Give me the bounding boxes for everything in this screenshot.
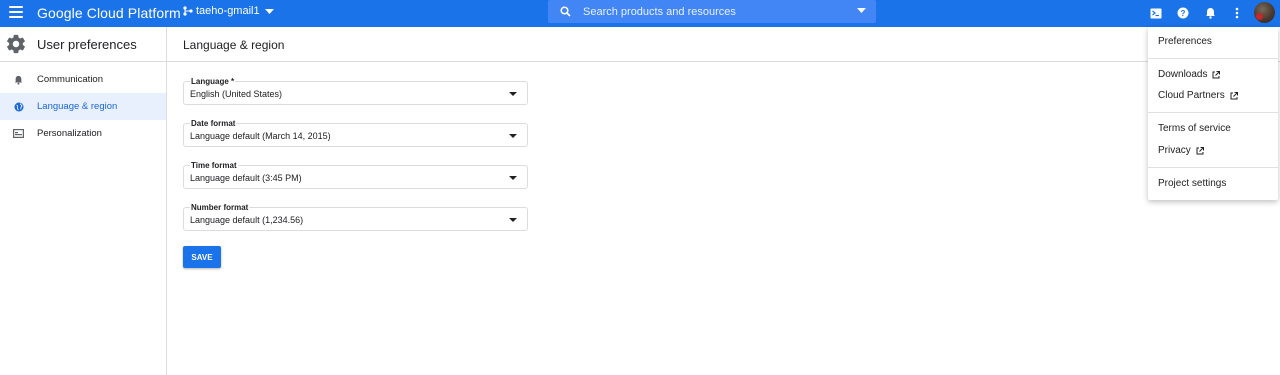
field-label: Number format: [190, 203, 250, 212]
top-bar: Google Cloud Platform taeho-gmail1 Searc…: [0, 0, 1280, 27]
main-header: Language & region: [167, 27, 1280, 62]
help-icon[interactable]: ?: [1175, 5, 1191, 21]
overflow-menu: Preferences Downloads Cloud Partners Ter…: [1148, 27, 1278, 200]
menu-item-preferences[interactable]: Preferences: [1158, 36, 1212, 47]
external-link-icon: [1230, 91, 1238, 99]
sidebar-item-label: Language & region: [37, 101, 118, 112]
sidebar-item-personalization[interactable]: Personalization: [0, 120, 166, 147]
field-value: Language default (1,234.56): [190, 215, 304, 225]
more-vert-icon[interactable]: [1229, 5, 1245, 21]
field-label: Time format: [190, 161, 238, 170]
menu-item-label: Downloads: [1158, 69, 1208, 80]
language-select[interactable]: Language * English (United States): [183, 77, 528, 105]
page-title: Language & region: [183, 38, 285, 52]
menu-divider: [1148, 112, 1278, 113]
save-button[interactable]: SAVE: [183, 246, 221, 268]
chevron-down-icon: [264, 8, 274, 14]
cloud-shell-icon[interactable]: [1148, 5, 1164, 21]
chevron-down-icon: [509, 176, 517, 180]
chevron-down-icon: [509, 92, 517, 96]
external-link-icon: [1212, 70, 1221, 78]
sidebar-item-label: Personalization: [37, 128, 102, 139]
field-value: English (United States): [190, 89, 283, 99]
project-selector[interactable]: taeho-gmail1: [183, 5, 277, 17]
card-icon: [0, 129, 37, 138]
sidebar-item-language-region[interactable]: Language & region: [0, 93, 166, 120]
field-value: Language default (3:45 PM): [190, 173, 302, 183]
gear-icon: [7, 34, 25, 54]
sidebar: User preferences Communication Language …: [0, 27, 167, 375]
menu-item-label: Privacy: [1158, 145, 1191, 156]
menu-item-downloads[interactable]: Downloads: [1158, 69, 1221, 80]
field-label: Language *: [190, 77, 236, 86]
search-input[interactable]: Search products and resources: [583, 6, 736, 18]
menu-item-label: Preferences: [1158, 36, 1212, 47]
menu-divider: [1148, 58, 1278, 59]
chevron-down-icon: [509, 134, 517, 138]
sidebar-header: User preferences: [0, 27, 166, 62]
menu-item-label: Project settings: [1158, 178, 1227, 189]
sidebar-title: User preferences: [37, 36, 137, 52]
avatar[interactable]: [1254, 2, 1275, 23]
menu-item-privacy[interactable]: Privacy: [1158, 145, 1204, 156]
menu-icon[interactable]: [9, 6, 23, 18]
date-format-select[interactable]: Date format Language default (March 14, …: [183, 119, 528, 147]
chevron-down-icon: [509, 218, 517, 222]
menu-item-cloud-partners[interactable]: Cloud Partners: [1158, 90, 1238, 101]
project-name: taeho-gmail1: [196, 5, 260, 17]
project-hierarchy-icon: [183, 6, 193, 16]
app-title[interactable]: Google Cloud Platform: [37, 5, 181, 21]
field-value: Language default (March 14, 2015): [190, 131, 331, 141]
search-icon: [560, 6, 571, 17]
bell-icon: [0, 75, 37, 85]
globe-icon: [0, 102, 37, 112]
menu-item-label: Cloud Partners: [1158, 90, 1225, 101]
svg-text:?: ?: [1181, 9, 1186, 18]
sidebar-item-label: Communication: [37, 74, 103, 85]
menu-item-terms-of-service[interactable]: Terms of service: [1158, 123, 1231, 134]
time-format-select[interactable]: Time format Language default (3:45 PM): [183, 161, 528, 189]
number-format-select[interactable]: Number format Language default (1,234.56…: [183, 203, 528, 231]
chevron-down-icon[interactable]: [857, 8, 866, 13]
external-link-icon: [1196, 146, 1204, 154]
menu-item-label: Terms of service: [1158, 123, 1231, 134]
menu-item-project-settings[interactable]: Project settings: [1158, 178, 1226, 189]
search-bar[interactable]: Search products and resources: [548, 0, 876, 23]
sidebar-item-communication[interactable]: Communication: [0, 66, 166, 93]
notifications-icon[interactable]: [1202, 5, 1218, 21]
field-label: Date format: [190, 119, 237, 128]
menu-divider: [1148, 167, 1278, 168]
